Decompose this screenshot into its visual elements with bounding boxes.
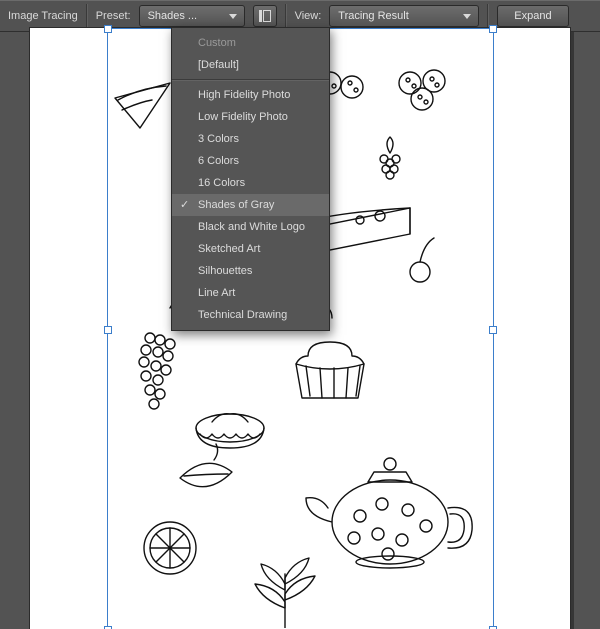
preset-option-label: 6 Colors (198, 155, 239, 167)
preset-option-label: 16 Colors (198, 177, 245, 189)
preset-option[interactable]: [Default] (172, 54, 329, 76)
open-tracing-panel-button[interactable] (253, 5, 277, 27)
preset-option[interactable]: Sketched Art (172, 238, 329, 260)
preset-option[interactable]: Silhouettes (172, 260, 329, 282)
preset-option-label: Black and White Logo (198, 221, 305, 233)
separator (285, 4, 287, 28)
preset-option[interactable]: Line Art (172, 282, 329, 304)
preset-option[interactable]: Black and White Logo (172, 216, 329, 238)
view-label: View: (295, 10, 322, 22)
chevron-down-icon (226, 6, 240, 26)
panel-icon (259, 10, 271, 22)
preset-option[interactable]: ✓ Shades of Gray (172, 194, 329, 216)
view-select-value: Tracing Result (338, 10, 409, 22)
view-select[interactable]: Tracing Result (329, 5, 479, 27)
separator (86, 4, 88, 28)
expand-button[interactable]: Expand (497, 5, 568, 27)
preset-option-label: Shades of Gray (198, 199, 274, 211)
app-root: Image Tracing Preset: Shades ... View: T… (0, 0, 600, 629)
preset-option[interactable]: Low Fidelity Photo (172, 106, 329, 128)
separator (487, 4, 489, 28)
preset-option-label: Low Fidelity Photo (198, 111, 288, 123)
preset-dropdown-menu: Custom [Default] High Fidelity Photo Low Fi… (171, 27, 330, 331)
preset-option-label: Silhouettes (198, 265, 252, 277)
preset-option[interactable]: 3 Colors (172, 128, 329, 150)
preset-select-value: Shades ... (148, 10, 198, 22)
preset-option[interactable]: Technical Drawing (172, 304, 329, 326)
preset-select[interactable]: Shades ... (139, 5, 245, 27)
chevron-down-icon (460, 6, 474, 26)
preset-option[interactable]: 6 Colors (172, 150, 329, 172)
menu-separator (172, 79, 329, 81)
preset-option: Custom (172, 32, 329, 54)
preset-option[interactable]: High Fidelity Photo (172, 84, 329, 106)
preset-option-label: Sketched Art (198, 243, 260, 255)
preset-option-label: [Default] (198, 59, 239, 71)
preset-option-label: High Fidelity Photo (198, 89, 290, 101)
preset-option-label: Custom (198, 37, 236, 49)
preset-option-label: Line Art (198, 287, 235, 299)
mode-title: Image Tracing (8, 10, 78, 22)
preset-option-label: Technical Drawing (198, 309, 287, 321)
preset-label: Preset: (96, 10, 131, 22)
check-icon: ✓ (180, 194, 189, 216)
preset-option[interactable]: 16 Colors (172, 172, 329, 194)
preset-option-label: 3 Colors (198, 133, 239, 145)
